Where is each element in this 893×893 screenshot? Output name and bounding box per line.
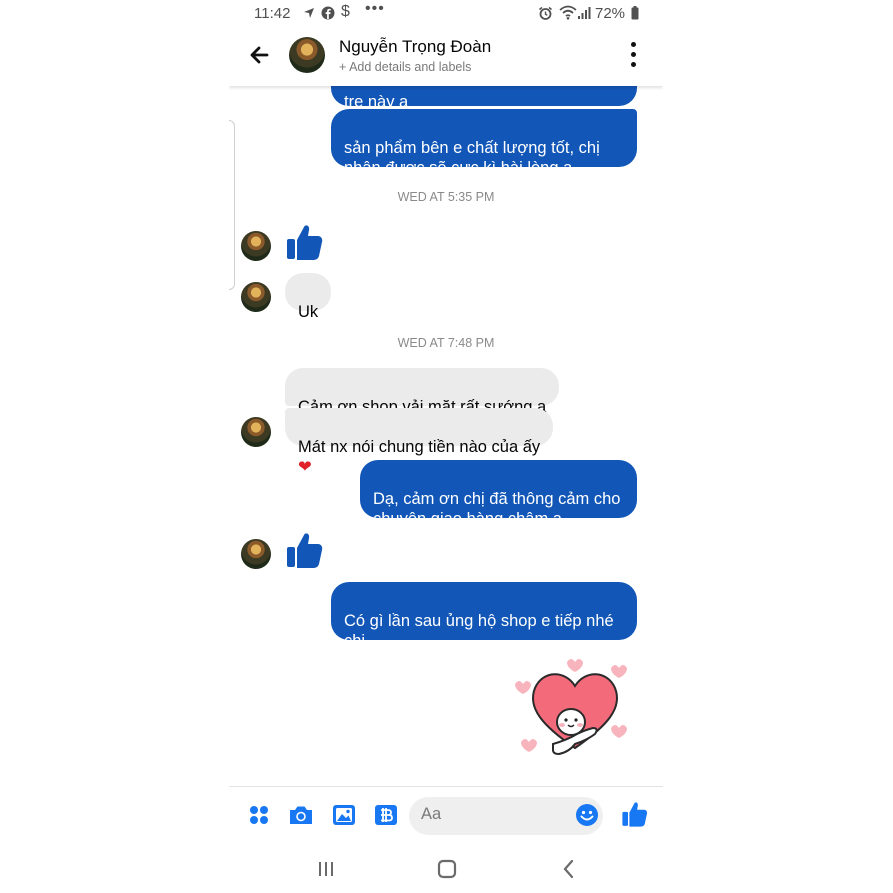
heart-sticker[interactable] [513,652,637,768]
thumbs-up-icon [287,533,323,568]
camera-icon[interactable] [287,801,315,829]
conversation-header: Nguyễn Trọng Đoàn + Add details and labe… [229,28,663,86]
message-text: sản phẩm bên e chất lượng tốt, chị nhận … [344,139,600,177]
incoming-message: Uk [285,273,332,321]
battery-percentage: 72% [595,5,626,22]
signal-icon [578,7,591,19]
contact-name[interactable]: Nguyễn Trọng Đoàn [339,37,491,57]
timestamp: WED AT 7:48 PM [397,336,495,350]
message-input[interactable] [421,805,571,824]
heart-icon: ❤ [298,458,312,476]
outgoing-message: Có gì lần sau ủng hộ shop e tiếp nhé chị [331,582,637,650]
battery-icon [631,6,639,20]
system-nav-bar [229,846,663,893]
outgoing-message: sản phẩm bên e chất lượng tốt, chị nhận … [331,109,637,177]
contact-avatar[interactable] [289,37,325,73]
messenger-screen: 11:42 $ ••• 72% Nguyễn Trọng Đoàn + Add … [229,0,663,893]
message-thread[interactable]: tre này ạ sản phẩm bên e chất lượng tốt,… [229,72,663,786]
emoji-icon[interactable] [575,803,599,827]
back-arrow-icon[interactable] [245,40,275,70]
sender-avatar [241,417,271,447]
message-text: Uk [298,303,319,321]
status-bar: 11:42 $ ••• 72% [229,0,663,28]
message-composer [229,786,663,844]
message-text: Dạ, cảm ơn chị đã thông cảm cho chuyện g… [373,490,621,528]
wifi-icon [559,5,577,20]
sender-avatar [241,231,271,261]
message-text: Mát nx nói chung tiền nào của ấy [298,438,541,456]
timestamp: WED AT 5:35 PM [397,190,495,204]
outgoing-message: Dạ, cảm ơn chị đã thông cảm cho chuyện g… [360,460,637,528]
home-icon[interactable] [434,856,460,882]
more-actions-icon[interactable] [245,801,273,829]
more-dots-icon: ••• [365,0,385,17]
add-details-link[interactable]: + Add details and labels [339,60,471,74]
incoming-message: Mát nx nói chung tiền nào của ấy ❤ [285,408,554,476]
more-options-icon[interactable] [625,42,641,70]
message-text: Có gì lần sau ủng hộ shop e tiếp nhé chị [344,612,614,650]
send-like-icon[interactable] [621,800,649,828]
facebook-icon [321,6,335,20]
thumbs-up-icon [287,225,323,260]
dollar-icon: $ [341,3,350,20]
nav-back-icon[interactable] [556,856,582,882]
message-input-pill[interactable] [409,797,603,835]
sender-avatar [241,539,271,569]
status-time: 11:42 [254,5,291,22]
recent-apps-icon[interactable] [313,856,339,882]
alarm-icon [539,6,552,20]
scroll-indicator [229,120,235,290]
sender-avatar [241,282,271,312]
incoming-message: Cảm ơn shop vải mặt rất sướng ạ [285,368,560,416]
navigation-icon [304,8,314,18]
payment-icon[interactable] [372,801,400,829]
gallery-icon[interactable] [330,801,358,829]
